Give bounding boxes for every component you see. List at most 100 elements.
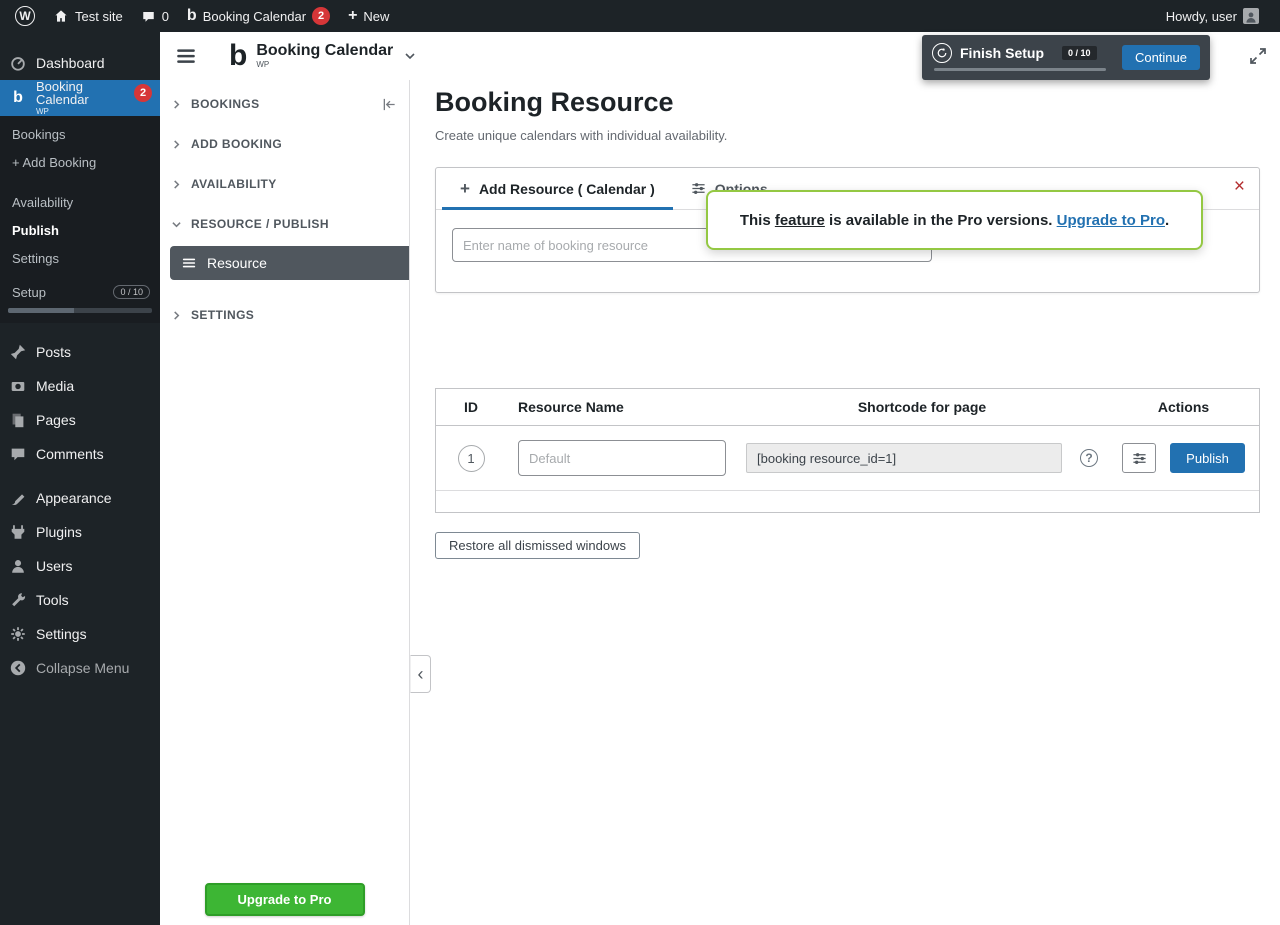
collapse-menu-icon [8,658,28,678]
sidebar-item-dashboard[interactable]: Dashboard [0,46,160,80]
close-icon[interactable]: × [1230,175,1249,198]
table-header-row: ID Resource Name Shortcode for page Acti… [436,389,1259,426]
chevron-down-icon[interactable] [403,49,417,63]
section-label: ADD BOOKING [191,137,282,151]
finish-setup-toast: Finish Setup 0 / 10 Continue [922,35,1210,80]
sliders-icon [691,181,706,196]
sidebar-item-users[interactable]: Users [0,549,160,583]
collapse-menu-button[interactable]: Collapse Menu [0,651,160,685]
publish-button[interactable]: Publish [1170,443,1245,473]
submenu-settings[interactable]: Settings [0,244,160,272]
row-options-button[interactable] [1122,443,1156,473]
cell-resource-name [506,440,738,476]
account-menu[interactable]: Howdy, user [1157,0,1268,32]
comments-link[interactable]: 0 [132,0,178,32]
tab-add-resource-label: Add Resource ( Calendar ) [479,181,655,197]
sidebar-item-label: Comments [36,446,104,462]
plugin-nav-resource-publish[interactable]: RESOURCE / PUBLISH [160,204,409,244]
plugin-sidebar: BOOKINGS ADD BOOKING AVAILABILITY RESOUR… [160,80,410,925]
sidebar-item-booking-calendar[interactable]: b Booking Calendar 2 WP [0,80,160,116]
chevron-right-icon [172,100,181,109]
header-id: ID [436,399,506,415]
submenu-bookings[interactable]: Bookings [0,120,160,148]
plugin-title-sub: WP [256,61,393,69]
admin-bar-right: Howdy, user [1157,0,1268,32]
submenu-add-booking[interactable]: + Add Booking [0,148,160,176]
continue-button[interactable]: Continue [1122,45,1200,70]
page-subtitle: Create unique calendars with individual … [435,128,1260,143]
hamburger-menu-icon[interactable] [173,43,199,69]
sidebar-item-settings[interactable]: Settings [0,617,160,651]
sidebar-item-label: Tools [36,592,69,608]
plugin-nav-resource-current[interactable]: Resource [170,246,409,280]
chevron-down-icon [172,220,181,229]
fullscreen-icon[interactable] [1248,46,1268,66]
site-name-label: Test site [75,9,123,24]
setup-label: Setup [12,285,46,300]
plugin-nav-bookings[interactable]: BOOKINGS [160,84,409,124]
submenu-setup[interactable]: Setup 0 / 10 [0,280,160,304]
cell-actions: Publish [1106,443,1261,473]
setup-progress-bar [8,308,152,313]
collapse-sidebar-handle[interactable]: ‹ [410,655,431,693]
plugin-nav-availability[interactable]: AVAILABILITY [160,164,409,204]
home-icon [53,8,69,24]
cell-shortcode: ? [738,443,1106,473]
plugin-logo: b [229,41,247,71]
admin-bar-plugin-link[interactable]: b Booking Calendar 2 [178,0,339,32]
table-footer [436,491,1259,512]
card-body: This feature is available in the Pro ver… [436,210,1259,292]
new-content-link[interactable]: + New [339,0,398,32]
submenu-separator [0,176,160,188]
chevron-right-icon [172,311,181,320]
chevron-right-icon [172,180,181,189]
pin-sidebar-icon[interactable] [382,97,397,112]
page-title: Booking Resource [435,86,1260,118]
row-resource-name-input[interactable] [518,440,726,476]
setup-progress-badge: 0 / 10 [113,285,150,299]
pro-text-after: . [1165,212,1169,229]
plugin-nav-settings[interactable]: SETTINGS [160,295,409,335]
sidebar-plugin-label: Booking Calendar [36,80,128,107]
wp-admin-sidebar: Dashboard b Booking Calendar 2 WP Bookin… [0,32,160,925]
submenu-availability[interactable]: Availability [0,188,160,216]
pro-text-before: This [740,212,775,229]
feature-link[interactable]: feature [775,212,825,229]
sidebar-plugin-sub: WP [36,108,152,116]
wordpress-logo-icon: W [15,6,35,26]
comments-icon [8,444,28,464]
submenu-publish[interactable]: Publish [0,216,160,244]
collapse-menu-label: Collapse Menu [36,660,129,676]
header-shortcode: Shortcode for page [738,399,1106,415]
section-label: SETTINGS [191,308,254,322]
help-icon[interactable]: ? [1080,449,1098,467]
plugin-nav-add-booking[interactable]: ADD BOOKING [160,124,409,164]
sidebar-item-label: Pages [36,412,76,428]
sidebar-item-tools[interactable]: Tools [0,583,160,617]
sidebar-item-label: Media [36,378,74,394]
users-icon [8,556,28,576]
shortcode-input[interactable] [746,443,1062,473]
wp-logo-menu[interactable]: W [6,0,44,32]
plugin-title-wrap: Booking Calendar WP [256,43,393,69]
sidebar-plugin-label-wrap: Booking Calendar 2 WP [36,80,152,117]
sidebar-item-comments[interactable]: Comments [0,437,160,471]
cell-id: 1 [436,445,506,472]
sidebar-item-appearance[interactable]: Appearance [0,481,160,515]
sidebar-item-posts[interactable]: Posts [0,335,160,369]
admin-bar-left: W Test site 0 b Booking Calendar 2 + New [6,0,398,32]
site-name-link[interactable]: Test site [44,0,132,32]
upgrade-to-pro-link[interactable]: Upgrade to Pro [1057,212,1165,229]
sidebar-item-plugins[interactable]: Plugins [0,515,160,549]
section-label: BOOKINGS [191,97,260,111]
sidebar-gap [0,323,160,335]
tab-add-resource[interactable]: + Add Resource ( Calendar ) [442,168,673,210]
sidebar-item-pages[interactable]: Pages [0,403,160,437]
booking-calendar-logo-icon: b [187,8,197,24]
upgrade-to-pro-button[interactable]: Upgrade to Pro [205,883,365,916]
settings-gear-icon [8,624,28,644]
booking-calendar-logo-icon: b [8,88,28,108]
refresh-icon [932,43,952,63]
restore-dismissed-windows-button[interactable]: Restore all dismissed windows [435,532,640,559]
sidebar-item-media[interactable]: Media [0,369,160,403]
